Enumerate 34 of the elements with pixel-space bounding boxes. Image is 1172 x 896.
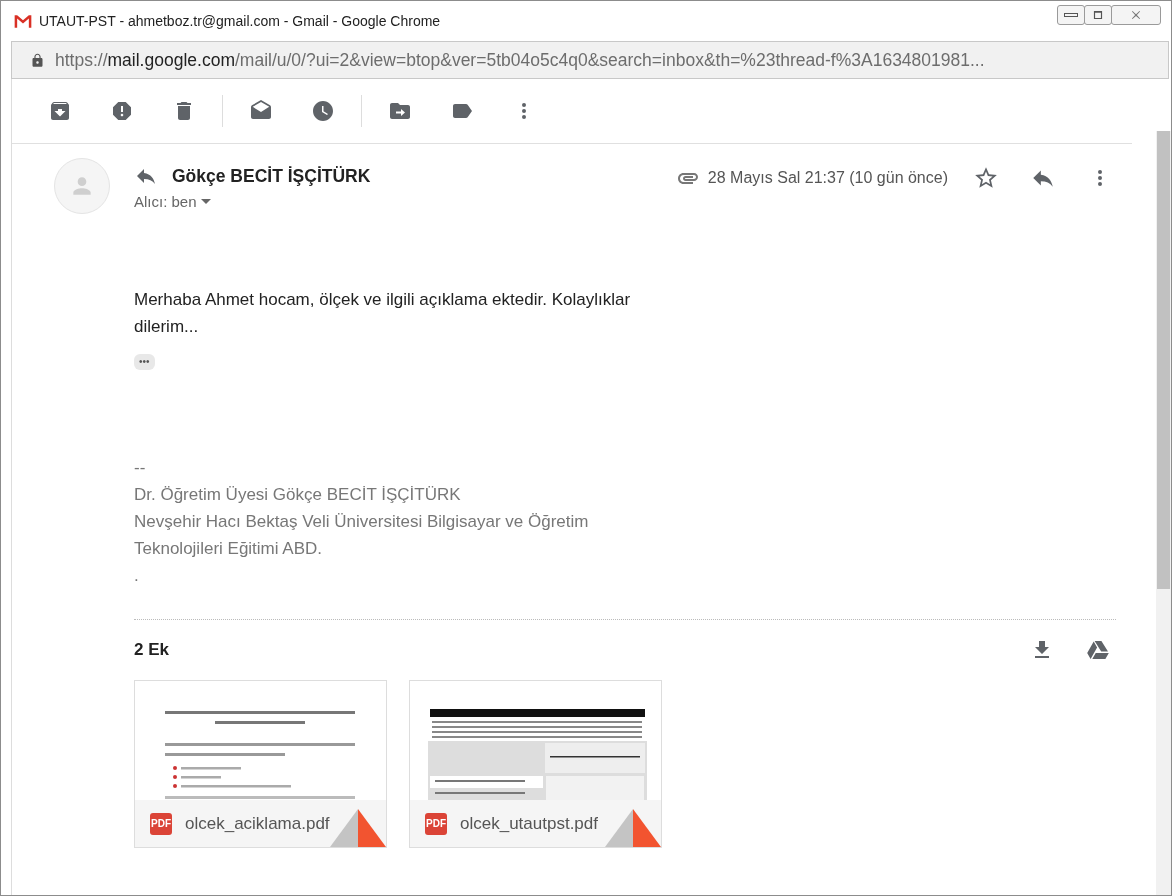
minimize-button[interactable] xyxy=(1057,5,1085,25)
scrollbar[interactable] xyxy=(1156,131,1171,895)
file-name: olcek_utautpst.pdf xyxy=(460,813,598,834)
lock-icon xyxy=(30,52,45,68)
file-type-badge: PDF xyxy=(150,812,172,835)
signature-line: . xyxy=(134,565,140,587)
attachment-card[interactable]: PDF olcek_aciklama.pdf xyxy=(134,680,387,848)
maximize-button[interactable] xyxy=(1084,5,1112,25)
file-type-badge: PDF xyxy=(425,812,447,835)
maximize-icon xyxy=(1091,8,1105,22)
window-title: UTAUT-PST - ahmetboz.tr@gmail.com - Gmail - Google Chrome xyxy=(39,13,442,29)
file-name: olcek_aciklama.pdf xyxy=(185,813,330,834)
recipient-dropdown[interactable]: Alıcı: ben xyxy=(134,193,211,210)
signature-line: -- xyxy=(134,457,147,479)
report-icon xyxy=(110,99,134,123)
message-date: 28 Mayıs Sal 21:37 (10 gün önce) xyxy=(707,169,948,187)
folded-corner-icon xyxy=(605,809,661,847)
scrollbar-thumb[interactable] xyxy=(1157,131,1170,589)
signature-line: Nevşehir Hacı Bektaş Veli Üniversitesi Bilgisayar ve Öğretim Teknolojileri Eğitimi ABD. xyxy=(134,511,590,560)
signature-line: Dr. Öğretim Üyesi Gökçe BECİT İŞÇİTÜRK xyxy=(134,484,462,506)
show-trimmed-button[interactable]: ••• xyxy=(134,354,155,370)
attachments-heading: 2 Ek xyxy=(134,640,170,660)
clock-icon xyxy=(311,99,335,123)
more-icon xyxy=(1098,170,1102,186)
sender-name: Gökçe BECİT İŞÇİTÜRK xyxy=(172,165,371,187)
attachment-card[interactable]: PDF olcek_utautpst.pdf xyxy=(409,680,662,848)
more-icon xyxy=(522,103,526,119)
drive-icon xyxy=(1086,638,1110,662)
close-icon xyxy=(1129,8,1143,22)
archive-icon xyxy=(48,99,72,123)
caret-icon xyxy=(200,199,211,204)
message-body: Merhaba Ahmet hocam, ölçek ve ilgili açıklama ektedir. Kolaylıklar dilerim... xyxy=(134,289,632,338)
folded-corner-icon xyxy=(330,809,386,847)
minimize-icon xyxy=(1064,13,1078,17)
